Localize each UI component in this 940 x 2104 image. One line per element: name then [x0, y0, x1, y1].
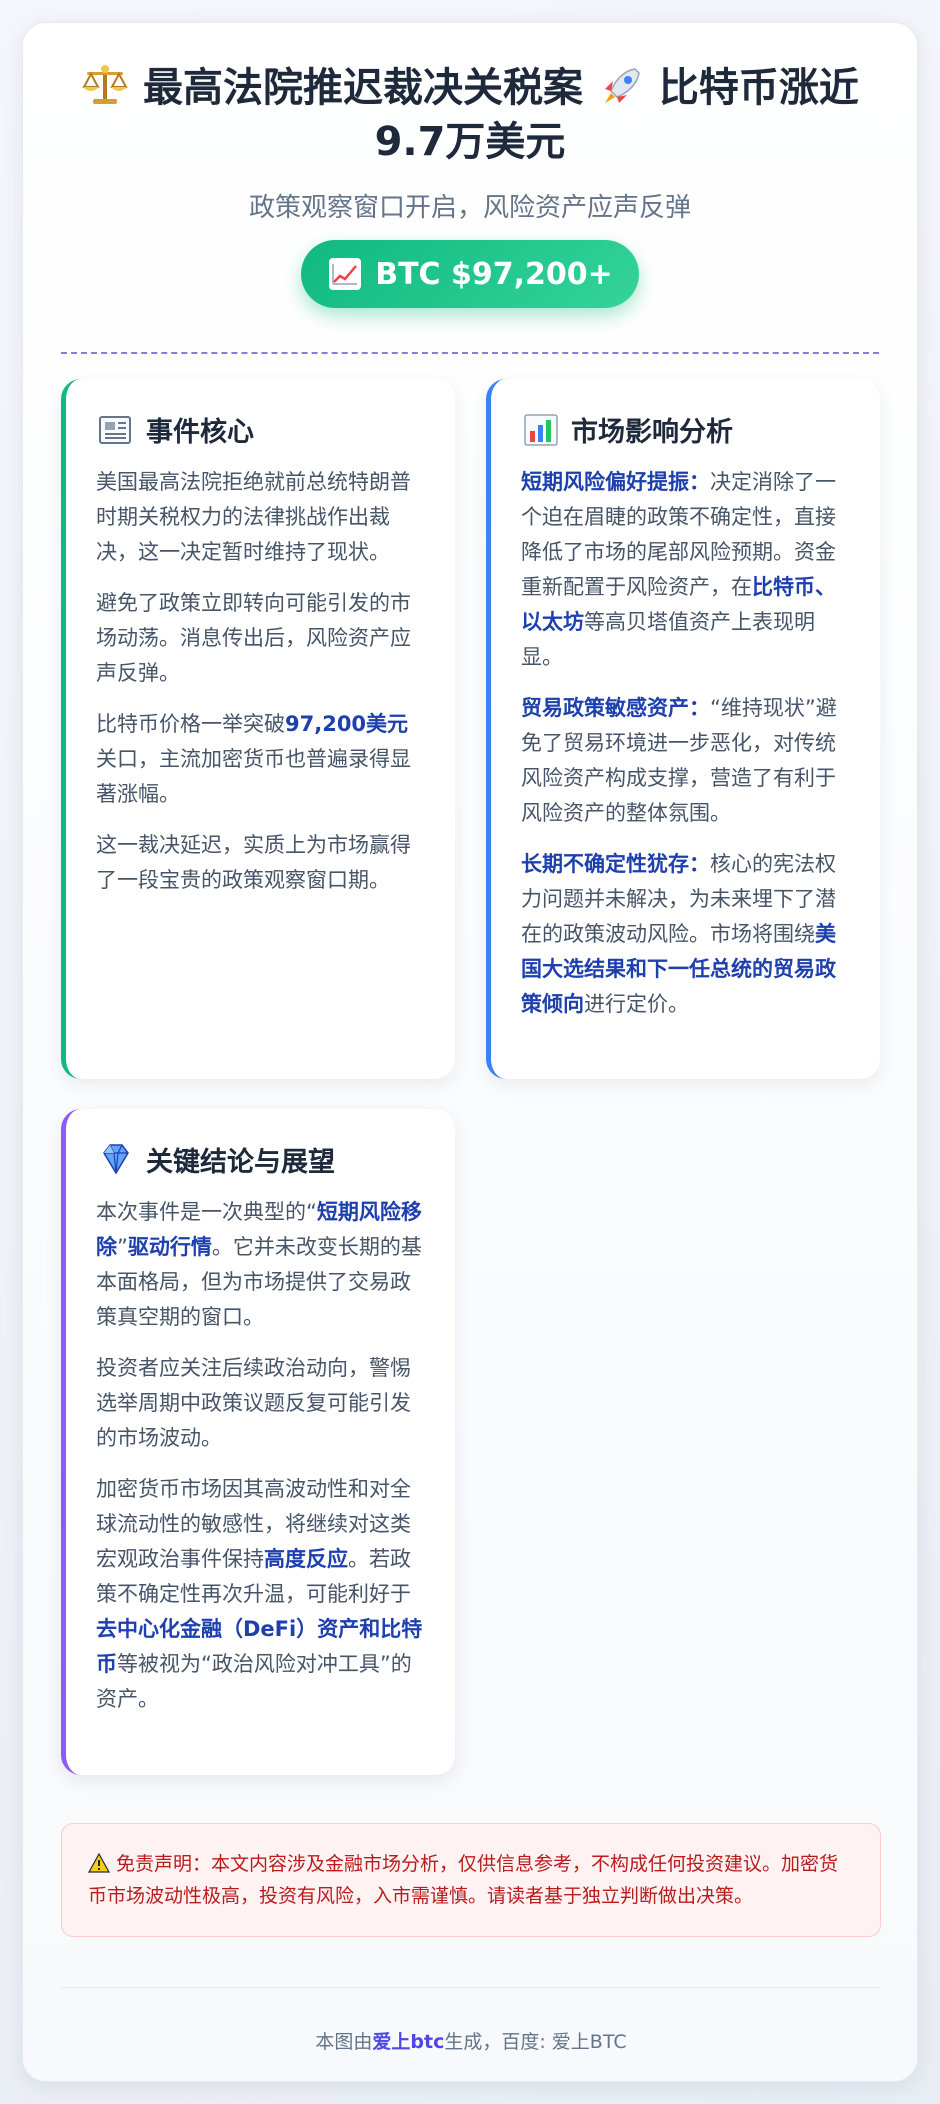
- subtitle: 政策观察窗口开启，风险资产应声反弹: [248, 193, 691, 223]
- outlook-card: 关键结论与展望 本次事件是一次典型的“短期风险移除”驱动行情。它并未改变长期的基…: [61, 1109, 455, 1775]
- market-impact-title: 市场影响分析: [571, 416, 733, 448]
- market-impact-header: 市场影响分析: [521, 409, 850, 449]
- newspaper-icon: [99, 416, 131, 444]
- event-core-card: 事件核心 美国最高法院拒绝就前总统特朗普时期关税权力的法律挑战作出裁决，这一决定…: [61, 379, 455, 1079]
- btc-price-text: BTC $97,200+: [375, 256, 613, 292]
- event-core-header: 事件核心: [96, 409, 425, 449]
- outlook-para-1: 本次事件是一次典型的“短期风险移除”驱动行情。它并未改变长期的基本面格局，但为市…: [96, 1200, 422, 1329]
- footer-brand-link[interactable]: 爱上btc: [372, 2031, 444, 2053]
- poster-card: 最高法院推迟裁决关税案 比特币涨近9.7万美元 政策观察窗口开启，风险资产应声反…: [22, 22, 918, 2082]
- impact-para-2: 贸易政策敏感资产：“维持现状”避免了贸易环境进一步恶化，对传统风险资产构成支撑，…: [521, 696, 837, 825]
- btc-price-badge: BTC $97,200+: [301, 240, 639, 308]
- outlook-header: 关键结论与展望: [96, 1139, 425, 1179]
- rocket-icon: [597, 63, 645, 107]
- outlook-para-2: 投资者应关注后续政治动向，警惕选举周期中政策议题反复可能引发的市场波动。: [96, 1356, 411, 1450]
- market-impact-card: 市场影响分析 短期风险偏好提振：决定消除了一个迫在眉睫的政策不确定性，直接降低了…: [486, 379, 880, 1079]
- bar-chart-icon: [524, 414, 558, 446]
- impact-para-3: 长期不确定性犹存：核心的宪法权力问题并未解决，为未来埋下了潜在的政策波动风险。市…: [521, 852, 836, 1016]
- chart-up-icon: [329, 258, 362, 290]
- event-para-4: 这一裁决延迟，实质上为市场赢得了一段宝贵的政策观察窗口期。: [96, 833, 411, 892]
- footer-divider: [61, 1987, 881, 1988]
- event-para-1: 美国最高法院拒绝就前总统特朗普时期关税权力的法律挑战作出裁决，这一决定暂时维持了…: [96, 470, 411, 564]
- gem-icon: [103, 1144, 129, 1175]
- outlook-para-3: 加密货币市场因其高波动性和对全球流动性的敏感性，将继续对这类宏观政治事件保持高度…: [96, 1477, 423, 1711]
- btc-price-highlight: 97,200美元: [285, 712, 409, 736]
- page-title: 最高法院推迟裁决关税案 比特币涨近9.7万美元: [60, 61, 880, 169]
- disclaimer-text: 免责声明：本文内容涉及金融市场分析，仅供信息参考，不构成任何投资建议。加密货币市…: [88, 1853, 839, 1907]
- impact-para-1: 短期风险偏好提振：决定消除了一个迫在眉睫的政策不确定性，直接降低了市场的尾部风险…: [521, 470, 836, 669]
- scales-icon: [81, 63, 129, 107]
- warning-icon: [87, 1851, 111, 1873]
- outlook-title: 关键结论与展望: [146, 1146, 335, 1178]
- header: 最高法院推迟裁决关税案 比特币涨近9.7万美元 政策观察窗口开启，风险资产应声反…: [23, 23, 917, 308]
- disclaimer-box: 免责声明：本文内容涉及金融市场分析，仅供信息参考，不构成任何投资建议。加密货币市…: [61, 1823, 881, 1937]
- section-divider: [61, 352, 879, 354]
- event-para-3: 比特币价格一举突破97,200美元关口，主流加密货币也普遍录得显著涨幅。: [96, 712, 411, 806]
- title-text-1: 最高法院推迟裁决关税案: [143, 65, 584, 111]
- event-core-title: 事件核心: [146, 416, 254, 448]
- event-para-2: 避免了政策立即转向可能引发的市场动荡。消息传出后，风险资产应声反弹。: [96, 591, 411, 685]
- footer: 本图由爱上btc生成，百度: 爱上BTC: [315, 2031, 627, 2053]
